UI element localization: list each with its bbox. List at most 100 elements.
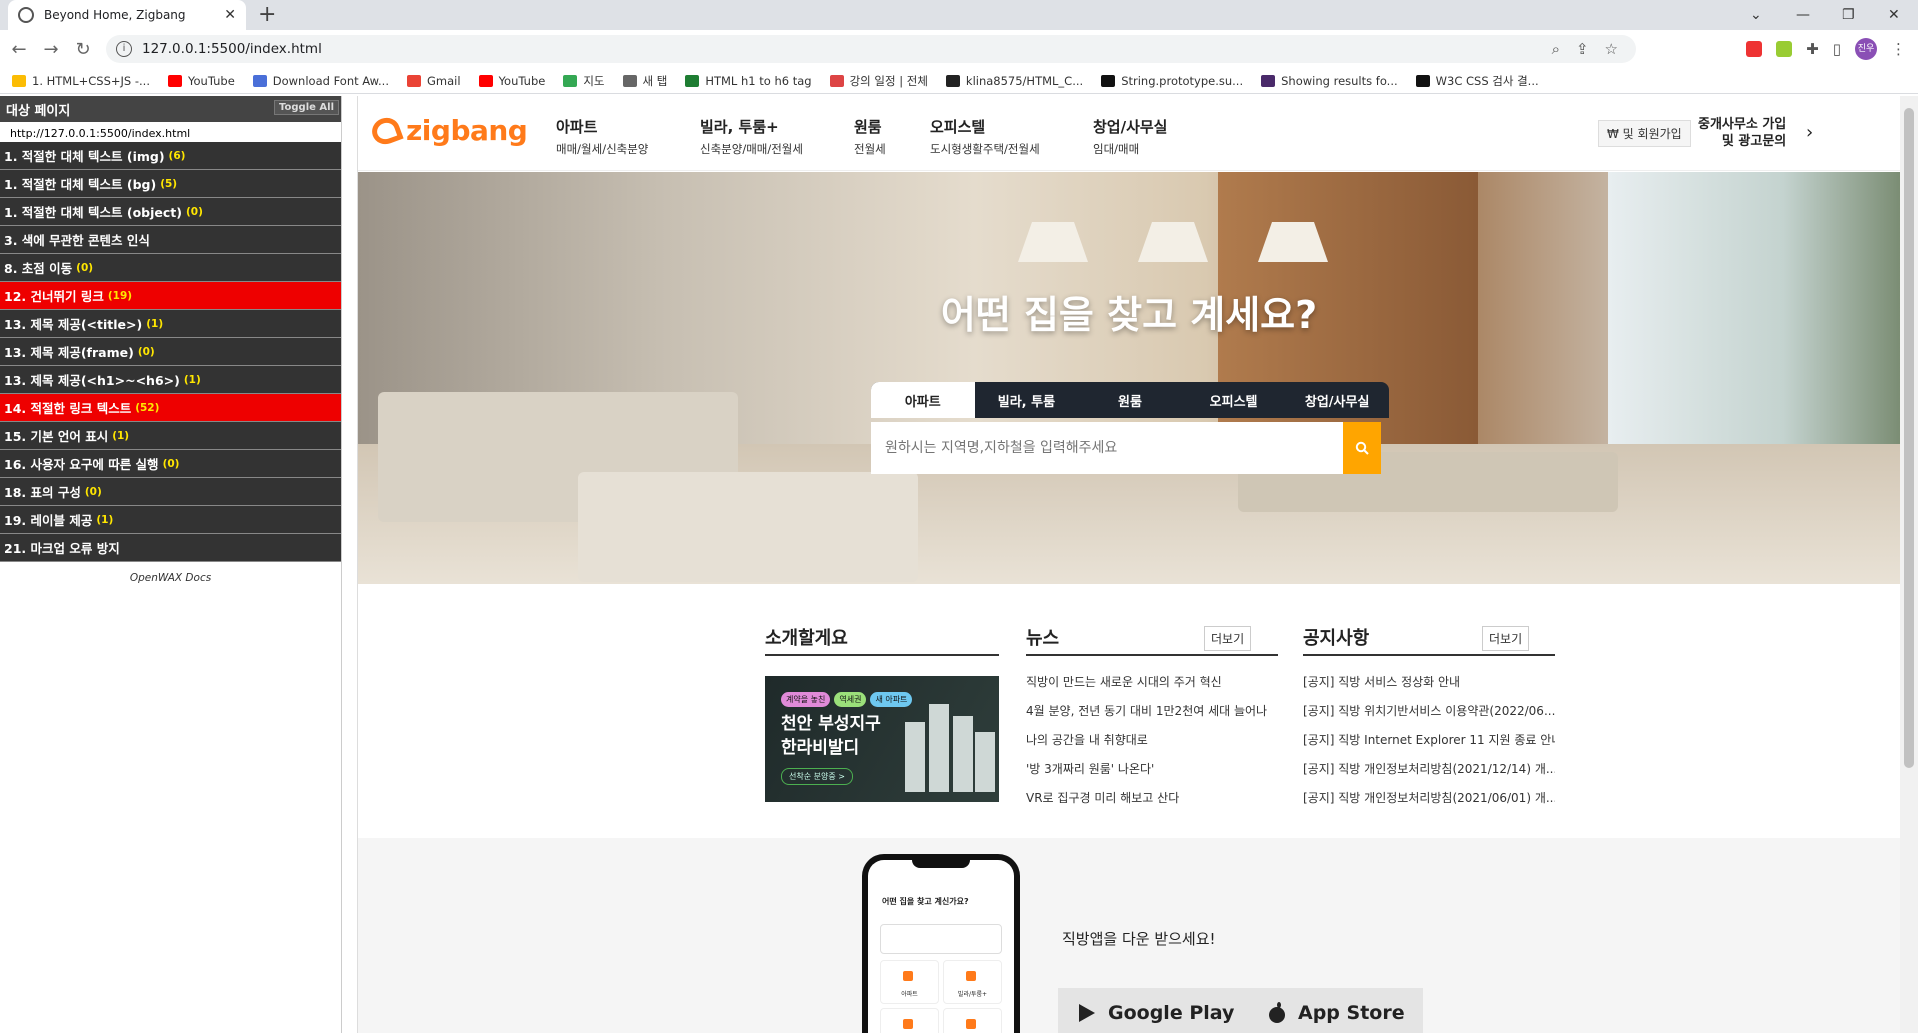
menu-officetel[interactable]: 오피스텔 도시형생활주택/전월세	[930, 116, 1040, 157]
bookmark-item[interactable]: W3C CSS 검사 결...	[1415, 73, 1539, 89]
banner-line2: 한라비발디	[781, 738, 860, 758]
list-item[interactable]: [공지] 직방 개인정보처리방침(2021/12/14) 개...	[1303, 755, 1555, 784]
bookmark-item[interactable]: 1. HTML+CSS+JS -...	[12, 74, 150, 88]
check-item[interactable]: 8. 초점 이동 (0)	[0, 254, 341, 282]
news-more-button[interactable]: 더보기	[1204, 626, 1252, 651]
bookmark-item[interactable]: String.prototype.su...	[1101, 74, 1243, 88]
extension-icon[interactable]	[1746, 41, 1763, 57]
menu-oneroom[interactable]: 원룸 전월세	[854, 116, 886, 157]
check-item-count: (0)	[185, 205, 203, 218]
check-item[interactable]: 12. 건너뛰기 링크 (19)	[0, 282, 341, 310]
menu-title: 원룸	[854, 118, 882, 136]
panel-title: 대상 페이지	[6, 103, 71, 119]
check-item[interactable]: 3. 색에 무관한 콘텐츠 인식	[0, 226, 341, 254]
chevron-right-icon: ›	[1806, 122, 1814, 143]
list-item[interactable]: [공지] 직방 개인정보처리방침(2021/06/01) 개...	[1303, 784, 1555, 813]
search-tab[interactable]: 오피스텔	[1182, 382, 1286, 418]
close-tab-icon[interactable]: ✕	[224, 7, 236, 23]
bookmark-item[interactable]: YouTube	[168, 74, 235, 88]
list-item[interactable]: VR로 집구경 미리 해보고 산다	[1026, 784, 1278, 813]
tab-search-icon[interactable]: ⌄	[1750, 0, 1762, 30]
check-item[interactable]: 1. 적절한 대체 텍스트 (bg) (5)	[0, 170, 341, 198]
list-item[interactable]: 직방이 만드는 새로운 시대의 주거 혁신	[1026, 668, 1278, 697]
search-tab[interactable]: 아파트	[871, 382, 975, 418]
check-item[interactable]: 13. 제목 제공(<title>) (1)	[0, 310, 341, 338]
reload-button[interactable]: ↻	[70, 39, 96, 60]
broker-join-link[interactable]: 중개사무소 가입 및 광고문의	[1698, 116, 1786, 150]
list-item[interactable]: [공지] 직방 서비스 정상화 안내	[1303, 668, 1555, 697]
bookmark-label: 새 탭	[642, 73, 668, 88]
close-window-button[interactable]: ✕	[1888, 0, 1900, 30]
bookmark-item[interactable]: 지도	[563, 73, 605, 89]
bookmark-item[interactable]: 강의 일정 | 전체	[829, 73, 928, 89]
back-button[interactable]: ←	[6, 39, 32, 60]
check-item[interactable]: 14. 적절한 링크 텍스트 (52)	[0, 394, 341, 422]
share-icon[interactable]: ⇪	[1576, 40, 1589, 58]
page-scrollbar[interactable]	[1900, 96, 1918, 1033]
forward-button[interactable]: →	[38, 39, 64, 60]
list-item[interactable]: [공지] 직방 위치기반서비스 이용약관(2022/06...	[1303, 697, 1555, 726]
check-item[interactable]: 19. 레이블 제공 (1)	[0, 506, 341, 534]
tab-strip: Beyond Home, Zigbang ✕ + ⌄ — ❐ ✕	[0, 0, 1918, 30]
search-button[interactable]	[1343, 422, 1381, 474]
zigbang-logo[interactable]: zigbang	[368, 113, 528, 148]
check-item-label: 15. 기본 언어 표시	[4, 429, 109, 444]
check-item[interactable]: 1. 적절한 대체 텍스트 (img) (6)	[0, 142, 341, 170]
check-item-label: 1. 적절한 대체 텍스트 (img)	[4, 149, 165, 164]
list-item[interactable]: 나의 공간을 내 취향대로	[1026, 726, 1278, 755]
url-text[interactable]: 127.0.0.1:5500/index.html	[142, 41, 322, 57]
bookmark-item[interactable]: HTML h1 to h6 tag	[685, 74, 812, 88]
building-image	[975, 732, 995, 792]
avatar[interactable]: 진우	[1855, 38, 1877, 60]
list-item[interactable]: '방 3개짜리 원룸' 나온다'	[1026, 755, 1278, 784]
panel-scrollbar[interactable]	[342, 96, 358, 1033]
star-icon[interactable]: ☆	[1605, 40, 1618, 58]
intro-banner[interactable]: 계약을 놓친 역세권 새 아파트 천안 부성지구 한라비발디 선착순 분양중 >	[765, 676, 999, 802]
address-bar[interactable]: i 127.0.0.1:5500/index.html ⌕ ⇪ ☆	[106, 35, 1636, 63]
list-item[interactable]: [공지] 직방 Internet Explorer 11 지원 종료 안내	[1303, 726, 1555, 755]
hero-background	[1018, 222, 1088, 262]
search-tab[interactable]: 빌라, 투룸	[975, 382, 1079, 418]
check-item[interactable]: 13. 제목 제공(<h1>~<h6>) (1)	[0, 366, 341, 394]
openwax-docs-link[interactable]: OpenWAX Docs	[0, 572, 341, 584]
sidepanel-icon[interactable]: ▯	[1833, 40, 1841, 58]
check-item[interactable]: 15. 기본 언어 표시 (1)	[0, 422, 341, 450]
new-tab-button[interactable]: +	[258, 2, 276, 27]
search-tab[interactable]: 원룸	[1078, 382, 1182, 418]
bookmark-item[interactable]: Gmail	[407, 74, 461, 88]
restore-button[interactable]: ❐	[1842, 0, 1855, 30]
menu-villa[interactable]: 빌라, 투룸+ 신축분양/매매/전월세	[700, 116, 803, 157]
bookmark-label: 1. HTML+CSS+JS -...	[32, 73, 150, 88]
notice-more-button[interactable]: 더보기	[1482, 626, 1530, 651]
scrollbar-thumb[interactable]	[1904, 108, 1914, 768]
search-tab[interactable]: 창업/사무실	[1285, 382, 1389, 418]
browser-tab[interactable]: Beyond Home, Zigbang ✕	[8, 0, 246, 30]
list-item[interactable]: 4월 분양, 전년 동기 대비 1만2천여 세대 늘어나	[1026, 697, 1278, 726]
check-item[interactable]: 21. 마크업 오류 방지	[0, 534, 341, 562]
signup-button[interactable]: ₩ 및 회원가입	[1598, 120, 1691, 147]
minimize-button[interactable]: —	[1796, 0, 1810, 30]
search-input[interactable]	[885, 440, 1325, 456]
bookmark-item[interactable]: Download Font Aw...	[252, 73, 389, 88]
notice-list: [공지] 직방 서비스 정상화 안내 [공지] 직방 위치기반서비스 이용약관(2…	[1303, 668, 1555, 813]
extension-icon[interactable]	[1776, 41, 1793, 57]
bookmark-item[interactable]: YouTube	[478, 74, 545, 88]
check-item[interactable]: 18. 표의 구성 (0)	[0, 478, 341, 506]
chip: 계약을 놓친	[781, 692, 831, 707]
check-item[interactable]: 13. 제목 제공(frame) (0)	[0, 338, 341, 366]
menu-office[interactable]: 창업/사무실 임대/매매	[1093, 116, 1167, 157]
bookmark-item[interactable]: Showing results fo...	[1261, 74, 1398, 88]
info-icon[interactable]: i	[116, 41, 132, 57]
check-item[interactable]: 16. 사용자 요구에 따른 실행 (0)	[0, 450, 341, 478]
menu-icon[interactable]: ⋮	[1891, 40, 1906, 58]
google-play-button[interactable]: Google Play	[1058, 988, 1253, 1033]
app-store-button[interactable]: App Store	[1248, 988, 1423, 1033]
menu-apartment[interactable]: 아파트 매매/월세/신축분양	[556, 116, 648, 157]
check-item[interactable]: 1. 적절한 대체 텍스트 (object) (0)	[0, 198, 341, 226]
zoom-icon[interactable]: ⌕	[1552, 40, 1560, 58]
bookmark-item[interactable]: 새 탭	[622, 73, 668, 89]
bookmark-label: Download Font Aw...	[272, 73, 389, 88]
puzzle-icon[interactable]: ✚	[1806, 40, 1819, 58]
toggle-all-button[interactable]: Toggle All	[274, 100, 339, 115]
bookmark-item[interactable]: klina8575/HTML_C...	[945, 74, 1083, 88]
